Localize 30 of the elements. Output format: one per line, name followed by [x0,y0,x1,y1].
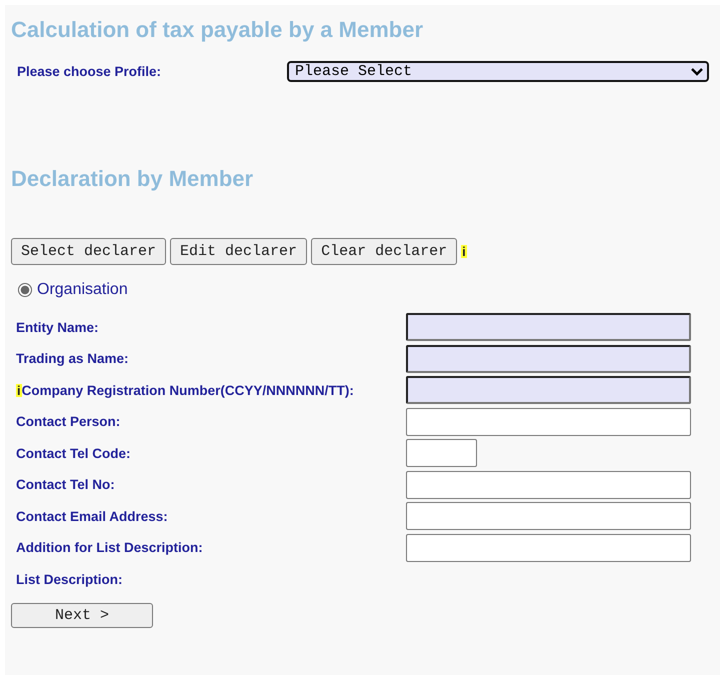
input-field[interactable] [406,408,691,436]
chevron-down-icon [691,68,703,76]
info-mark[interactable]: i [461,245,467,258]
field-label: Contact Person: [16,414,120,429]
profile-dropdown[interactable]: Please Select [287,61,709,82]
declarer-button[interactable]: Edit declarer [170,238,308,265]
field-label: Company Registration Number(CCYY/NNNNNN/TT): [22,382,354,398]
field-label: Trading as Name: [16,351,129,366]
field-label: Contact Email Address: [16,508,168,524]
input-field[interactable] [406,502,691,530]
input-field[interactable] [406,439,477,467]
field-label: Entity Name: [16,320,99,334]
field-label: Contact Tel Code: [16,446,130,460]
field-label: Please choose Profile: [16,64,162,79]
input-field[interactable] [406,344,691,372]
page-title: Calculation of tax payable by a Member [11,17,424,43]
radio-label[interactable]: Organisation [37,281,128,299]
declarer-button[interactable]: Select declarer [11,238,166,265]
input-field[interactable] [406,313,691,341]
input-field[interactable] [406,470,691,498]
field-label: Addition for List Description: [16,540,203,555]
input-field[interactable] [406,376,691,404]
radio-button[interactable] [18,283,32,297]
field-label: Contact Tel No: [16,477,115,492]
info-mark[interactable]: i [16,384,22,396]
input-field[interactable] [406,534,691,562]
declarer-button[interactable]: Clear declarer [311,238,458,265]
field-label: List Description: [16,572,123,586]
next-button[interactable]: Next > [11,603,153,628]
section-title: Declaration by Member [11,166,254,192]
